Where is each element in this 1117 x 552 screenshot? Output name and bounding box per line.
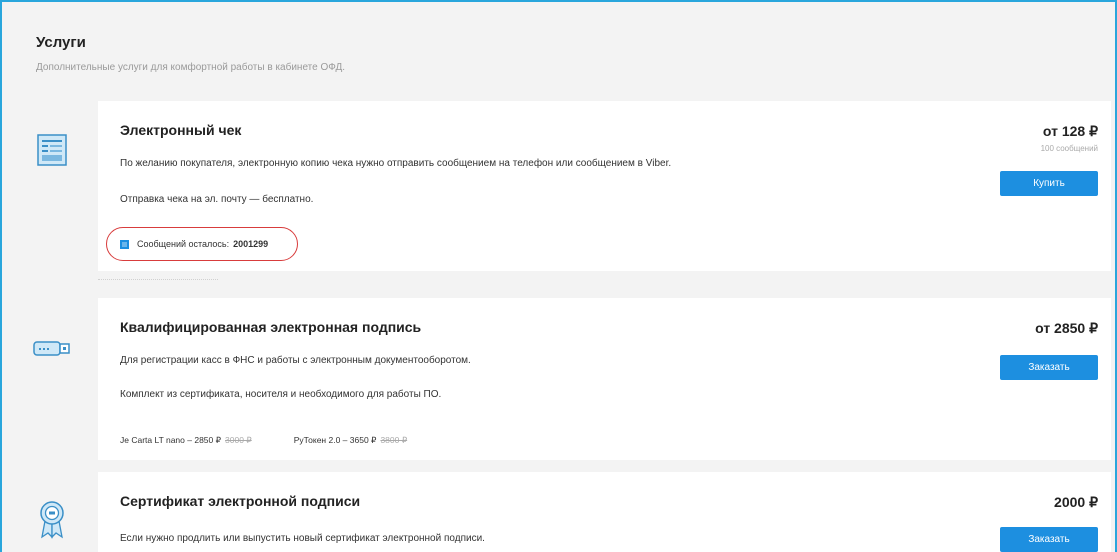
receipt-icon <box>37 134 67 166</box>
token-old-price: 3000 ₽ <box>225 435 252 445</box>
buy-button[interactable]: Купить <box>1000 171 1098 196</box>
page-subtitle: Дополнительные услуги для комфортной раб… <box>36 62 346 73</box>
service-card-qualified-signature: Квалифицированная электронная подпись Дл… <box>98 298 1111 460</box>
token-option: Je Carta LT nano – 2850 ₽ 3000 ₽ <box>120 435 252 446</box>
divider <box>98 279 218 280</box>
order-button[interactable]: Заказать <box>1000 355 1098 380</box>
token-option: РуТокен 2.0 – 3650 ₽ 3800 ₽ <box>294 435 407 446</box>
token-old-price: 3800 ₽ <box>380 435 408 445</box>
service-title: Сертификат электронной подписи <box>120 493 361 509</box>
page-title: Услуги <box>36 34 86 51</box>
remaining-value: 2001299 <box>233 239 269 249</box>
service-description: По желанию покупателя, электронную копию… <box>120 158 672 169</box>
token-label: РуТокен 2.0 – 3650 ₽ <box>293 435 377 445</box>
order-button[interactable]: Заказать <box>1000 527 1098 552</box>
services-panel: Услуги Дополнительные услуги для комфорт… <box>0 0 1117 552</box>
service-note: Отправка чека на эл. почту — бесплатно. <box>120 194 314 205</box>
service-price: 2000 ₽ <box>1054 494 1098 510</box>
service-price: от 128 ₽ <box>1042 123 1098 139</box>
square-icon <box>120 239 129 249</box>
service-title: Квалифицированная электронная подпись <box>120 319 422 335</box>
service-note: Комплект из сертификата, носителя и необ… <box>120 389 442 400</box>
service-description: Если нужно продлить или выпустить новый … <box>120 533 485 544</box>
price-note: 100 сообщений <box>1040 144 1098 153</box>
token-options: Je Carta LT nano – 2850 ₽ 3000 ₽ РуТокен… <box>120 435 449 446</box>
service-price: от 2850 ₽ <box>1035 320 1098 336</box>
remaining-label: Сообщений осталось: <box>137 239 230 249</box>
certificate-badge-icon <box>40 501 64 539</box>
token-label: Je Carta LT nano – 2850 ₽ <box>120 435 222 445</box>
service-description: Для регистрации касс в ФНС и работы с эл… <box>120 355 471 366</box>
messages-remaining-badge: Сообщений осталось: 2001299 <box>106 227 298 261</box>
service-card-signature-certificate: Сертификат электронной подписи Если нужн… <box>98 472 1111 552</box>
usb-token-icon <box>33 341 70 356</box>
service-title: Электронный чек <box>120 122 242 138</box>
